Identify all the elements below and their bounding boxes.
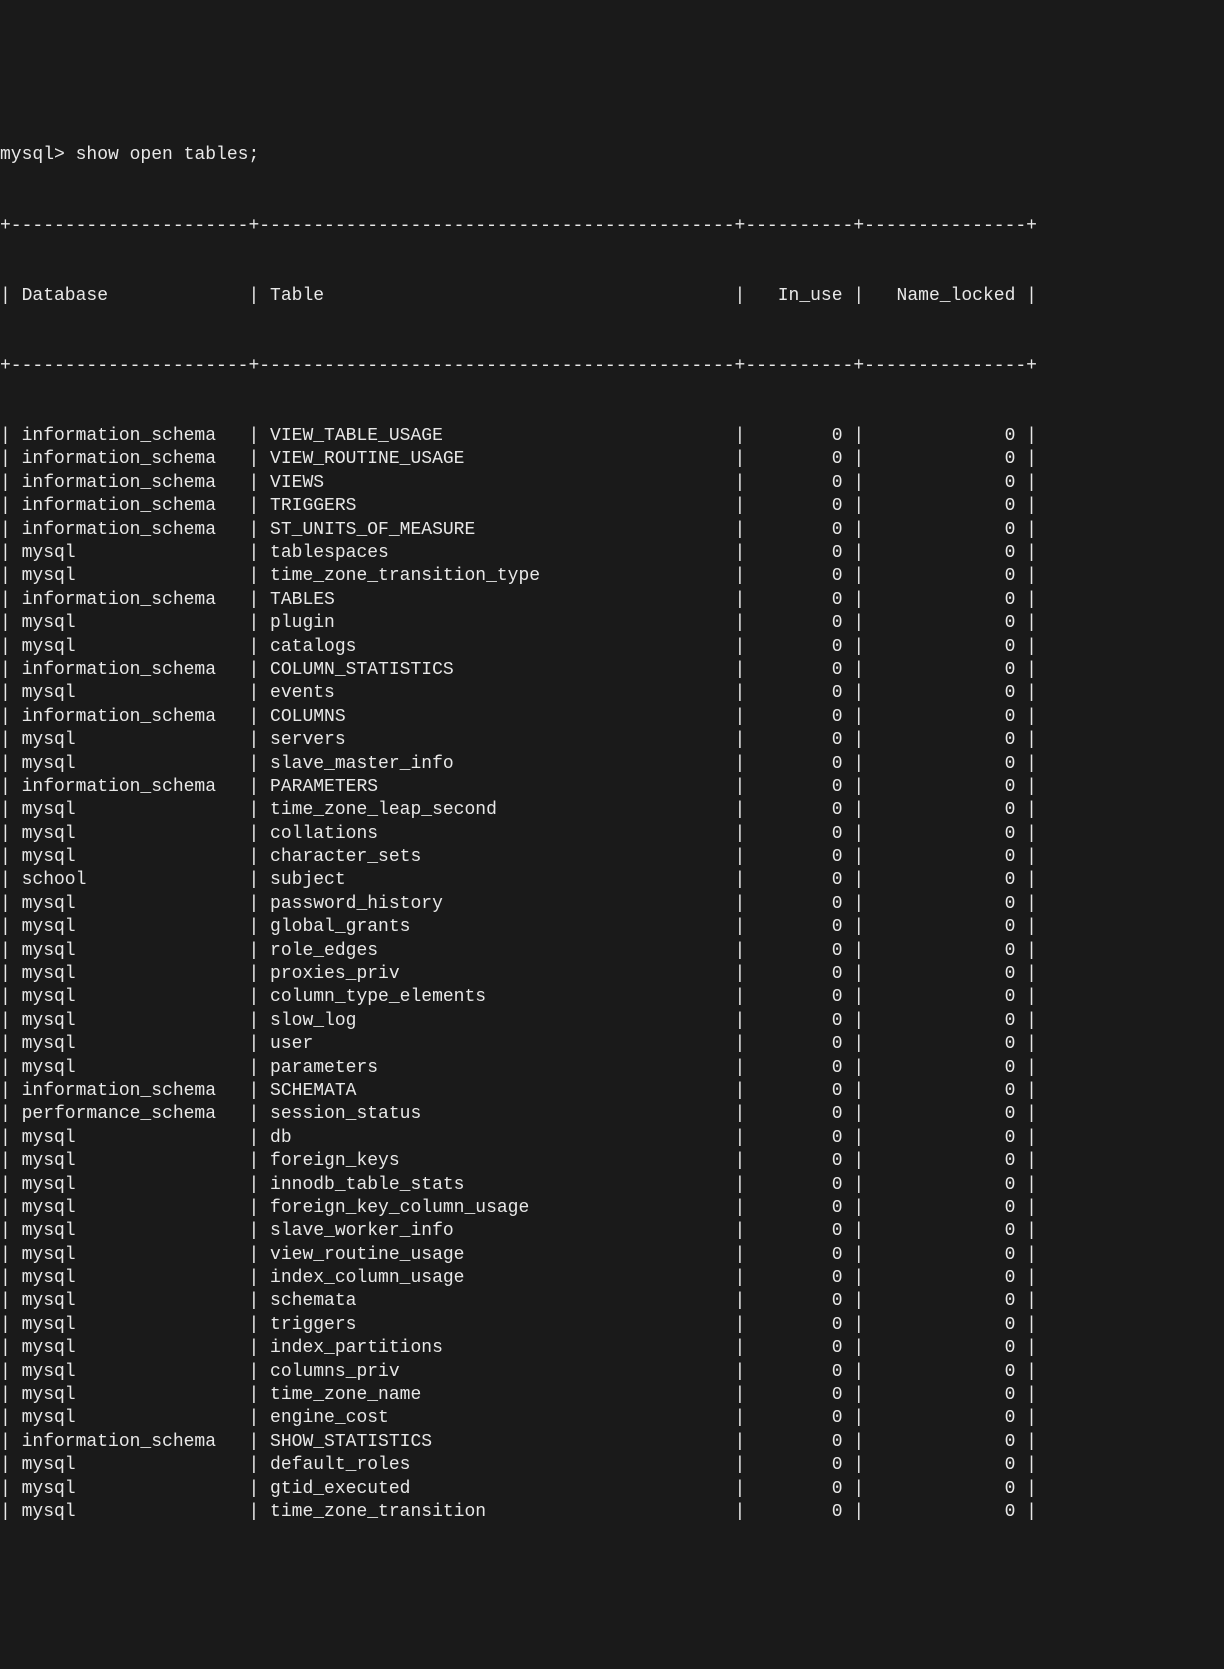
sql-command: show open tables;	[76, 145, 260, 165]
table-row: | mysql | time_zone_transition | 0 | 0 |	[0, 1501, 1224, 1524]
prompt-line[interactable]: mysql> show open tables;	[0, 144, 1224, 167]
table-row: | mysql | role_edges | 0 | 0 |	[0, 940, 1224, 963]
terminal-output: mysql> show open tables; +--------------…	[0, 98, 1224, 1548]
table-row: | information_schema | TABLES | 0 | 0 |	[0, 589, 1224, 612]
table-row: | mysql | events | 0 | 0 |	[0, 682, 1224, 705]
table-row: | mysql | foreign_keys | 0 | 0 |	[0, 1150, 1224, 1173]
table-row: | performance_schema | session_status | …	[0, 1103, 1224, 1126]
table-row: | mysql | view_routine_usage | 0 | 0 |	[0, 1244, 1224, 1267]
table-row: | mysql | columns_priv | 0 | 0 |	[0, 1361, 1224, 1384]
table-row: | mysql | character_sets | 0 | 0 |	[0, 846, 1224, 869]
table-body: | information_schema | VIEW_TABLE_USAGE …	[0, 425, 1224, 1524]
table-row: | mysql | slave_master_info | 0 | 0 |	[0, 753, 1224, 776]
table-header: | Database | Table | In_use | Name_locke…	[0, 285, 1224, 308]
table-row: | mysql | schemata | 0 | 0 |	[0, 1290, 1224, 1313]
table-row: | mysql | catalogs | 0 | 0 |	[0, 636, 1224, 659]
table-row: | information_schema | VIEW_TABLE_USAGE …	[0, 425, 1224, 448]
table-row: | school | subject | 0 | 0 |	[0, 869, 1224, 892]
table-row: | mysql | password_history | 0 | 0 |	[0, 893, 1224, 916]
table-row: | mysql | proxies_priv | 0 | 0 |	[0, 963, 1224, 986]
table-row: | information_schema | TRIGGERS | 0 | 0 …	[0, 495, 1224, 518]
table-row: | mysql | user | 0 | 0 |	[0, 1033, 1224, 1056]
table-row: | mysql | gtid_executed | 0 | 0 |	[0, 1478, 1224, 1501]
table-row: | information_schema | ST_UNITS_OF_MEASU…	[0, 519, 1224, 542]
table-row: | mysql | engine_cost | 0 | 0 |	[0, 1407, 1224, 1430]
table-row: | mysql | parameters | 0 | 0 |	[0, 1057, 1224, 1080]
table-row: | mysql | index_column_usage | 0 | 0 |	[0, 1267, 1224, 1290]
table-row: | information_schema | SHOW_STATISTICS |…	[0, 1431, 1224, 1454]
table-border-sep: +----------------------+----------------…	[0, 355, 1224, 378]
table-row: | information_schema | COLUMN_STATISTICS…	[0, 659, 1224, 682]
table-row: | mysql | slow_log | 0 | 0 |	[0, 1010, 1224, 1033]
table-row: | mysql | slave_worker_info | 0 | 0 |	[0, 1220, 1224, 1243]
table-row: | mysql | time_zone_leap_second | 0 | 0 …	[0, 799, 1224, 822]
table-row: | mysql | time_zone_transition_type | 0 …	[0, 565, 1224, 588]
table-row: | mysql | triggers | 0 | 0 |	[0, 1314, 1224, 1337]
table-row: | mysql | servers | 0 | 0 |	[0, 729, 1224, 752]
table-row: | information_schema | PARAMETERS | 0 | …	[0, 776, 1224, 799]
table-row: | mysql | foreign_key_column_usage | 0 |…	[0, 1197, 1224, 1220]
table-row: | mysql | default_roles | 0 | 0 |	[0, 1454, 1224, 1477]
table-row: | mysql | index_partitions | 0 | 0 |	[0, 1337, 1224, 1360]
table-row: | mysql | collations | 0 | 0 |	[0, 823, 1224, 846]
table-row: | information_schema | VIEW_ROUTINE_USAG…	[0, 448, 1224, 471]
table-row: | mysql | plugin | 0 | 0 |	[0, 612, 1224, 635]
table-row: | information_schema | SCHEMATA | 0 | 0 …	[0, 1080, 1224, 1103]
table-row: | mysql | db | 0 | 0 |	[0, 1127, 1224, 1150]
table-row: | mysql | column_type_elements | 0 | 0 |	[0, 986, 1224, 1009]
table-row: | mysql | time_zone_name | 0 | 0 |	[0, 1384, 1224, 1407]
table-row: | information_schema | COLUMNS | 0 | 0 |	[0, 706, 1224, 729]
table-row: | mysql | global_grants | 0 | 0 |	[0, 916, 1224, 939]
table-row: | mysql | innodb_table_stats | 0 | 0 |	[0, 1174, 1224, 1197]
table-border-top: +----------------------+----------------…	[0, 215, 1224, 238]
mysql-prompt: mysql>	[0, 145, 76, 165]
table-row: | mysql | tablespaces | 0 | 0 |	[0, 542, 1224, 565]
table-row: | information_schema | VIEWS | 0 | 0 |	[0, 472, 1224, 495]
